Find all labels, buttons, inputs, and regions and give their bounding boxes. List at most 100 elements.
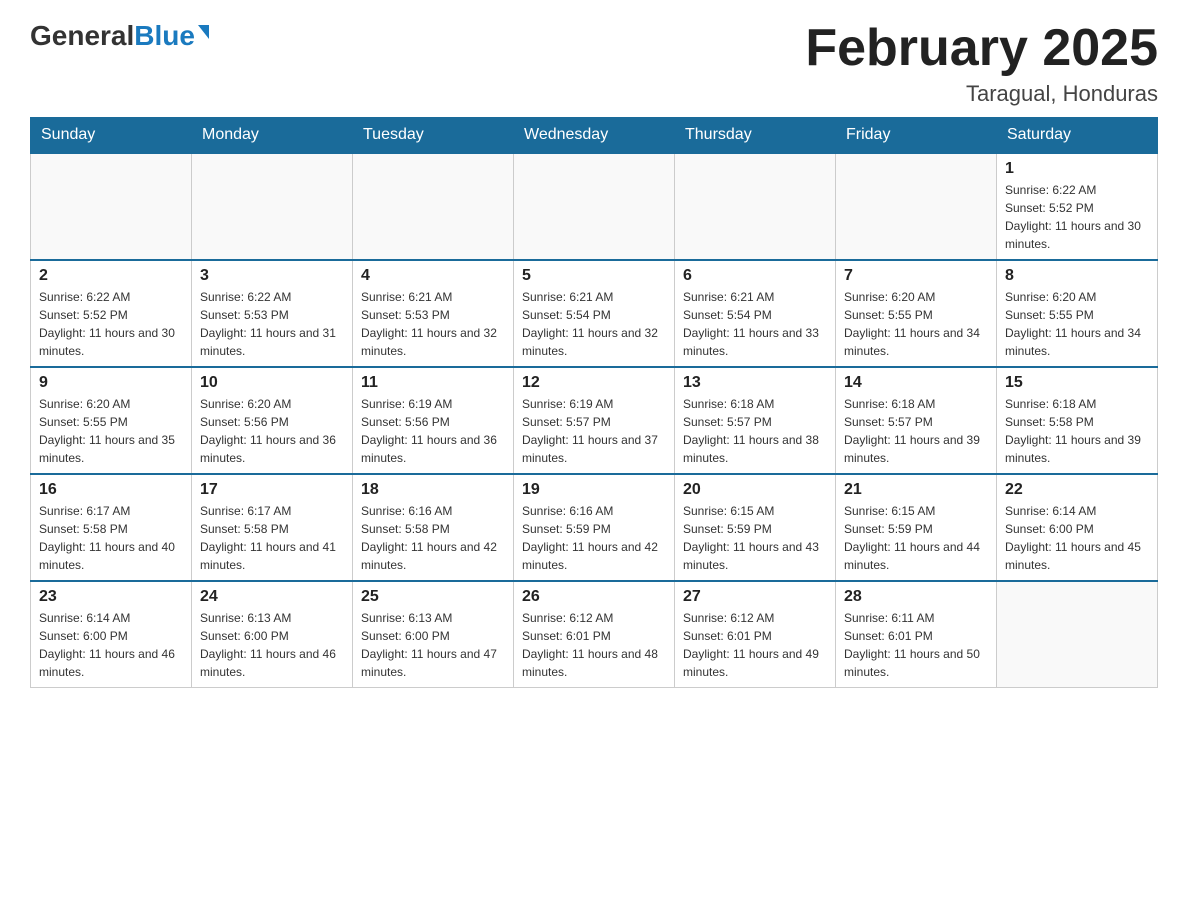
- day-number: 9: [39, 374, 183, 392]
- day-of-week-header: Friday: [836, 118, 997, 154]
- day-number: 8: [1005, 267, 1149, 285]
- day-number: 19: [522, 481, 666, 499]
- day-number: 12: [522, 374, 666, 392]
- logo-triangle-icon: [198, 25, 209, 39]
- calendar-day-cell: 12 Sunrise: 6:19 AM Sunset: 5:57 PM Dayli…: [514, 367, 675, 474]
- calendar-header-row: SundayMondayTuesdayWednesdayThursdayFrid…: [31, 118, 1158, 154]
- day-number: 23: [39, 588, 183, 606]
- day-info: Sunrise: 6:15 AM Sunset: 5:59 PM Dayligh…: [683, 502, 827, 574]
- calendar-day-cell: 5Sunrise: 6:21 AM Sunset: 5:54 PM Daylig…: [514, 260, 675, 367]
- calendar-week-row: 16 Sunrise: 6:17 AM Sunset: 5:58 PM Dayli…: [31, 474, 1158, 581]
- calendar-week-row: 23 Sunrise: 6:14 AM Sunset: 6:00 PM Dayli…: [31, 581, 1158, 688]
- day-number: 11: [361, 374, 505, 392]
- day-info: Sunrise: 6:19 AM Sunset: 5:56 PM Dayligh…: [361, 395, 505, 467]
- title-section: February 2025 Taragual, Honduras: [805, 20, 1158, 107]
- day-number: 4: [361, 267, 505, 285]
- calendar-table: SundayMondayTuesdayWednesdayThursdayFrid…: [30, 117, 1158, 688]
- day-info: Sunrise: 6:16 AM Sunset: 5:59 PM Dayligh…: [522, 502, 666, 574]
- logo-blue: Blue: [134, 20, 195, 52]
- day-info: Sunrise: 6:21 AM Sunset: 5:54 PM Dayligh…: [522, 288, 666, 360]
- day-info: Sunrise: 6:20 AM Sunset: 5:55 PM Dayligh…: [844, 288, 988, 360]
- day-info: Sunrise: 6:22 AM Sunset: 5:52 PM Dayligh…: [39, 288, 183, 360]
- month-title: February 2025: [805, 20, 1158, 77]
- day-number: 18: [361, 481, 505, 499]
- day-info: Sunrise: 6:14 AM Sunset: 6:00 PM Dayligh…: [39, 609, 183, 681]
- day-info: Sunrise: 6:11 AM Sunset: 6:01 PM Dayligh…: [844, 609, 988, 681]
- calendar-day-cell: 27 Sunrise: 6:12 AM Sunset: 6:01 PM Dayli…: [675, 581, 836, 688]
- calendar-day-cell: 2 Sunrise: 6:22 AM Sunset: 5:52 PM Daylig…: [31, 260, 192, 367]
- day-number: 7: [844, 267, 988, 285]
- calendar-day-cell: 17 Sunrise: 6:17 AM Sunset: 5:58 PM Dayli…: [192, 474, 353, 581]
- calendar-day-cell: 20 Sunrise: 6:15 AM Sunset: 5:59 PM Dayli…: [675, 474, 836, 581]
- day-of-week-header: Sunday: [31, 118, 192, 154]
- calendar-day-cell: 1 Sunrise: 6:22 AM Sunset: 5:52 PM Daylig…: [997, 153, 1158, 260]
- calendar-day-cell: 9 Sunrise: 6:20 AM Sunset: 5:55 PM Daylig…: [31, 367, 192, 474]
- calendar-day-cell: 24Sunrise: 6:13 AM Sunset: 6:00 PM Dayli…: [192, 581, 353, 688]
- day-number: 16: [39, 481, 183, 499]
- calendar-week-row: 1 Sunrise: 6:22 AM Sunset: 5:52 PM Daylig…: [31, 153, 1158, 260]
- calendar-week-row: 9 Sunrise: 6:20 AM Sunset: 5:55 PM Daylig…: [31, 367, 1158, 474]
- calendar-day-cell: [192, 153, 353, 260]
- day-number: 10: [200, 374, 344, 392]
- day-info: Sunrise: 6:16 AM Sunset: 5:58 PM Dayligh…: [361, 502, 505, 574]
- day-number: 17: [200, 481, 344, 499]
- calendar-day-cell: [514, 153, 675, 260]
- location-label: Taragual, Honduras: [805, 81, 1158, 107]
- calendar-day-cell: 10 Sunrise: 6:20 AM Sunset: 5:56 PM Dayli…: [192, 367, 353, 474]
- day-number: 15: [1005, 374, 1149, 392]
- day-info: Sunrise: 6:22 AM Sunset: 5:53 PM Dayligh…: [200, 288, 344, 360]
- day-info: Sunrise: 6:21 AM Sunset: 5:54 PM Dayligh…: [683, 288, 827, 360]
- day-number: 1: [1005, 160, 1149, 178]
- day-number: 25: [361, 588, 505, 606]
- day-info: Sunrise: 6:22 AM Sunset: 5:52 PM Dayligh…: [1005, 181, 1149, 253]
- calendar-day-cell: 28 Sunrise: 6:11 AM Sunset: 6:01 PM Dayli…: [836, 581, 997, 688]
- calendar-day-cell: 19 Sunrise: 6:16 AM Sunset: 5:59 PM Dayli…: [514, 474, 675, 581]
- day-of-week-header: Tuesday: [353, 118, 514, 154]
- day-info: Sunrise: 6:17 AM Sunset: 5:58 PM Dayligh…: [200, 502, 344, 574]
- day-info: Sunrise: 6:21 AM Sunset: 5:53 PM Dayligh…: [361, 288, 505, 360]
- calendar-day-cell: [997, 581, 1158, 688]
- day-number: 6: [683, 267, 827, 285]
- day-info: Sunrise: 6:18 AM Sunset: 5:57 PM Dayligh…: [844, 395, 988, 467]
- calendar-day-cell: 18 Sunrise: 6:16 AM Sunset: 5:58 PM Dayli…: [353, 474, 514, 581]
- day-info: Sunrise: 6:18 AM Sunset: 5:57 PM Dayligh…: [683, 395, 827, 467]
- day-info: Sunrise: 6:12 AM Sunset: 6:01 PM Dayligh…: [522, 609, 666, 681]
- day-number: 27: [683, 588, 827, 606]
- calendar-day-cell: 22Sunrise: 6:14 AM Sunset: 6:00 PM Dayli…: [997, 474, 1158, 581]
- day-number: 3: [200, 267, 344, 285]
- day-info: Sunrise: 6:18 AM Sunset: 5:58 PM Dayligh…: [1005, 395, 1149, 467]
- day-number: 13: [683, 374, 827, 392]
- calendar-day-cell: 26 Sunrise: 6:12 AM Sunset: 6:01 PM Dayli…: [514, 581, 675, 688]
- day-of-week-header: Saturday: [997, 118, 1158, 154]
- day-info: Sunrise: 6:20 AM Sunset: 5:56 PM Dayligh…: [200, 395, 344, 467]
- calendar-day-cell: 3 Sunrise: 6:22 AM Sunset: 5:53 PM Daylig…: [192, 260, 353, 367]
- page-header: General Blue February 2025 Taragual, Hon…: [30, 20, 1158, 107]
- day-number: 14: [844, 374, 988, 392]
- day-number: 26: [522, 588, 666, 606]
- day-number: 20: [683, 481, 827, 499]
- day-info: Sunrise: 6:13 AM Sunset: 6:00 PM Dayligh…: [361, 609, 505, 681]
- calendar-day-cell: 25 Sunrise: 6:13 AM Sunset: 6:00 PM Dayli…: [353, 581, 514, 688]
- calendar-day-cell: 11 Sunrise: 6:19 AM Sunset: 5:56 PM Dayli…: [353, 367, 514, 474]
- day-info: Sunrise: 6:20 AM Sunset: 5:55 PM Dayligh…: [39, 395, 183, 467]
- calendar-day-cell: 21 Sunrise: 6:15 AM Sunset: 5:59 PM Dayli…: [836, 474, 997, 581]
- calendar-week-row: 2 Sunrise: 6:22 AM Sunset: 5:52 PM Daylig…: [31, 260, 1158, 367]
- logo-general: General: [30, 20, 134, 52]
- calendar-day-cell: 7 Sunrise: 6:20 AM Sunset: 5:55 PM Daylig…: [836, 260, 997, 367]
- calendar-day-cell: 8 Sunrise: 6:20 AM Sunset: 5:55 PM Daylig…: [997, 260, 1158, 367]
- calendar-day-cell: 13 Sunrise: 6:18 AM Sunset: 5:57 PM Dayli…: [675, 367, 836, 474]
- day-info: Sunrise: 6:19 AM Sunset: 5:57 PM Dayligh…: [522, 395, 666, 467]
- calendar-day-cell: 15 Sunrise: 6:18 AM Sunset: 5:58 PM Dayli…: [997, 367, 1158, 474]
- day-info: Sunrise: 6:12 AM Sunset: 6:01 PM Dayligh…: [683, 609, 827, 681]
- day-number: 21: [844, 481, 988, 499]
- day-of-week-header: Thursday: [675, 118, 836, 154]
- calendar-day-cell: 4 Sunrise: 6:21 AM Sunset: 5:53 PM Daylig…: [353, 260, 514, 367]
- day-of-week-header: Wednesday: [514, 118, 675, 154]
- day-info: Sunrise: 6:17 AM Sunset: 5:58 PM Dayligh…: [39, 502, 183, 574]
- day-info: Sunrise: 6:20 AM Sunset: 5:55 PM Dayligh…: [1005, 288, 1149, 360]
- day-number: 2: [39, 267, 183, 285]
- day-info: Sunrise: 6:15 AM Sunset: 5:59 PM Dayligh…: [844, 502, 988, 574]
- calendar-day-cell: 14 Sunrise: 6:18 AM Sunset: 5:57 PM Dayli…: [836, 367, 997, 474]
- day-number: 28: [844, 588, 988, 606]
- calendar-day-cell: 6 Sunrise: 6:21 AM Sunset: 5:54 PM Daylig…: [675, 260, 836, 367]
